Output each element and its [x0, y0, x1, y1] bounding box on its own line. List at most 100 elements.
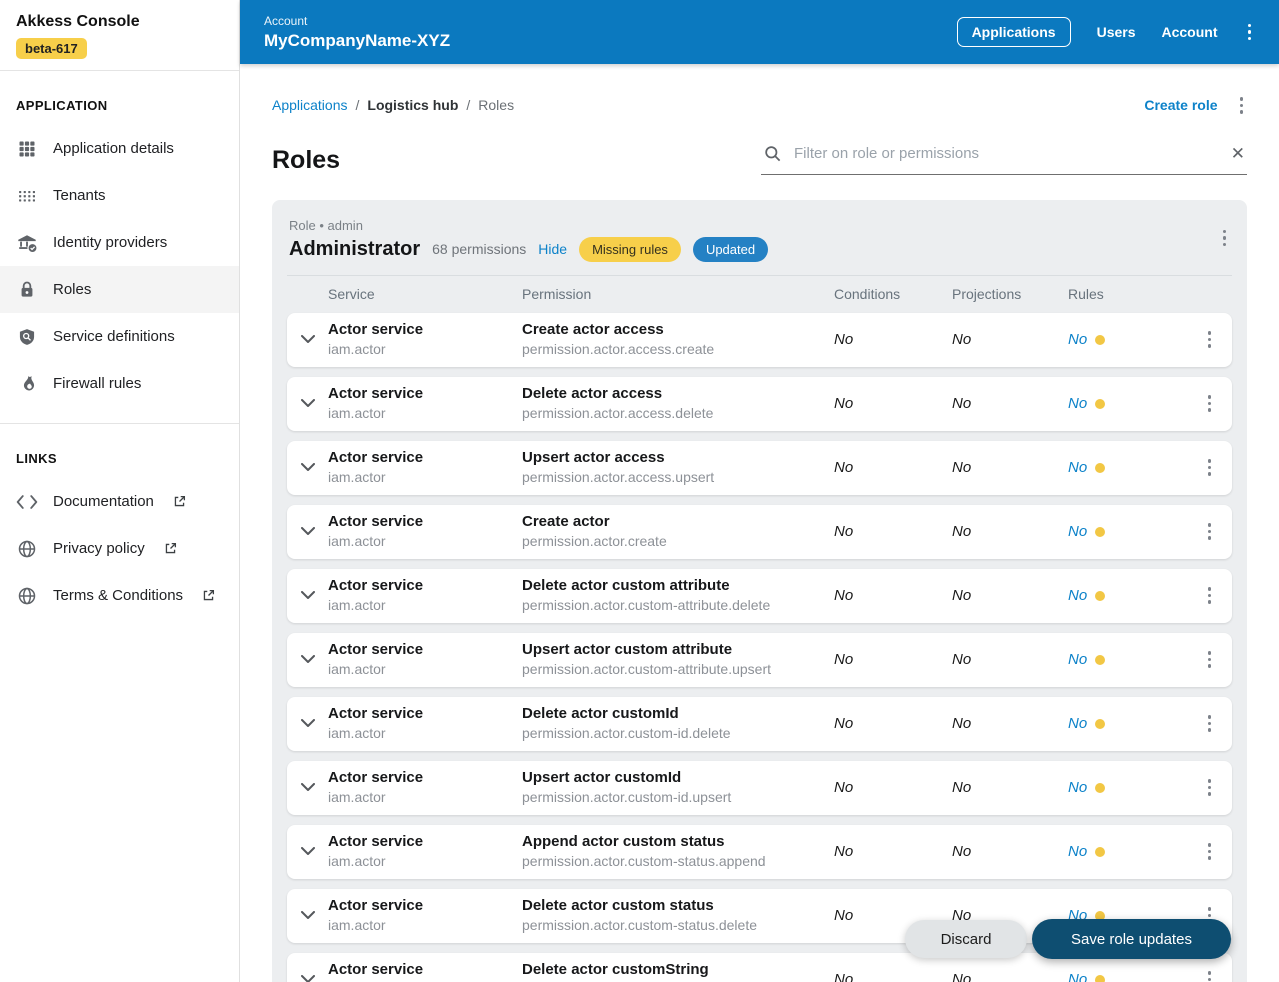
top-nav-applications[interactable]: Applications: [957, 17, 1071, 47]
row-kebab-menu[interactable]: [1204, 391, 1216, 416]
permission-cell: Create actor permission.actor.create: [522, 512, 834, 551]
conditions-value: No: [834, 587, 952, 604]
rules-warning-dot: [1095, 399, 1105, 409]
row-kebab-menu[interactable]: [1204, 711, 1216, 736]
service-name: Actor service: [328, 576, 522, 596]
row-kebab-menu[interactable]: [1204, 583, 1216, 608]
permission-name: Delete actor custom status: [522, 896, 834, 916]
chevron-down-icon[interactable]: [287, 399, 328, 408]
conditions-value: No: [834, 715, 952, 732]
row-kebab-menu[interactable]: [1204, 967, 1216, 982]
permission-code: permission.actor.custom-attribute.delete: [522, 596, 834, 615]
service-cell: Actor service iam.actor: [328, 832, 522, 871]
top-nav-users[interactable]: Users: [1097, 24, 1136, 40]
external-link-icon: [164, 542, 177, 555]
discard-button[interactable]: Discard: [905, 920, 1027, 958]
table-row: Actor service iam.actor Upsert actor cus…: [287, 633, 1232, 687]
permission-code: permission.actor.custom-id.delete: [522, 724, 834, 743]
table-row: Actor service iam.actor Delete actor cus…: [287, 697, 1232, 751]
sidebar-link-documentation[interactable]: Documentation: [0, 478, 239, 525]
row-kebab-menu[interactable]: [1204, 327, 1216, 352]
table-row: Actor service iam.actor Append actor cus…: [287, 825, 1232, 879]
permission-code: permission.actor.create: [522, 532, 834, 551]
rules-value: No: [1068, 395, 1087, 412]
sidebar-link-label: Terms & Conditions: [53, 587, 183, 604]
permission-cell: Delete actor custom attribute permission…: [522, 576, 834, 615]
top-bar: Account MyCompanyName-XYZ Applications U…: [240, 0, 1279, 64]
sidebar-item-roles[interactable]: Roles: [0, 266, 239, 313]
rules-warning-dot: [1095, 527, 1105, 537]
sidebar-item-firewall-rules[interactable]: Firewall rules: [0, 360, 239, 407]
sidebar-item-application-details[interactable]: Application details: [0, 125, 239, 172]
hide-toggle[interactable]: Hide: [538, 241, 567, 257]
rules-cell: No: [1068, 843, 1187, 860]
sidebar-item-identity-providers[interactable]: Identity providers: [0, 219, 239, 266]
chevron-down-icon[interactable]: [287, 911, 328, 920]
service-name: Actor service: [328, 512, 522, 532]
breadcrumb-roles: Roles: [478, 97, 514, 113]
permission-cell: Upsert actor customId permission.actor.c…: [522, 768, 834, 807]
rules-cell: No: [1068, 715, 1187, 732]
clear-filter-icon[interactable]: ✕: [1231, 145, 1245, 162]
breadcrumb-applications[interactable]: Applications: [272, 97, 348, 113]
permission-code: permission.actor.custom-status.delete: [522, 916, 834, 935]
row-kebab-menu[interactable]: [1204, 775, 1216, 800]
save-role-updates-button[interactable]: Save role updates: [1032, 919, 1231, 959]
service-code: iam.actor: [328, 532, 522, 551]
permission-name: Upsert actor access: [522, 448, 834, 468]
column-permission: Permission: [522, 286, 834, 302]
service-code: iam.actor: [328, 916, 522, 935]
role-kicker: Role • admin: [289, 218, 768, 233]
row-kebab-menu[interactable]: [1204, 647, 1216, 672]
chevron-down-icon[interactable]: [287, 847, 328, 856]
service-cell: Actor service iam.actor: [328, 448, 522, 487]
filter-input[interactable]: [794, 145, 1219, 162]
service-code: iam.actor: [328, 404, 522, 423]
chevron-down-icon[interactable]: [287, 975, 328, 982]
column-service: Service: [328, 286, 522, 302]
chevron-down-icon[interactable]: [287, 463, 328, 472]
role-card-kebab-menu[interactable]: [1219, 226, 1231, 251]
page-kebab-menu[interactable]: [1236, 93, 1248, 118]
conditions-value: No: [834, 523, 952, 540]
permission-rows: Actor service iam.actor Create actor acc…: [287, 313, 1232, 982]
create-role-button[interactable]: Create role: [1144, 97, 1217, 113]
permission-code: permission.actor.access.delete: [522, 404, 834, 423]
row-kebab-menu[interactable]: [1204, 839, 1216, 864]
top-nav-account[interactable]: Account: [1162, 24, 1218, 40]
permission-name: Upsert actor customId: [522, 768, 834, 788]
sidebar: Akkess Console beta-617 APPLICATION Appl…: [0, 0, 240, 982]
service-code: iam.actor: [328, 596, 522, 615]
filter-field: ✕: [761, 144, 1247, 175]
sidebar-link-terms-conditions[interactable]: Terms & Conditions: [0, 572, 239, 619]
chevron-down-icon[interactable]: [287, 783, 328, 792]
permission-cell: Append actor custom status permission.ac…: [522, 832, 834, 871]
permission-cell: Create actor access permission.actor.acc…: [522, 320, 834, 359]
sidebar-item-service-definitions[interactable]: Service definitions: [0, 313, 239, 360]
service-name: Actor service: [328, 448, 522, 468]
row-kebab-menu[interactable]: [1204, 519, 1216, 544]
chevron-down-icon[interactable]: [287, 719, 328, 728]
rules-warning-dot: [1095, 655, 1105, 665]
chevron-down-icon[interactable]: [287, 655, 328, 664]
service-cell: Actor service iam.actor: [328, 704, 522, 743]
chevron-down-icon[interactable]: [287, 591, 328, 600]
permission-code: permission.actor.custom-status.append: [522, 852, 834, 871]
account-block: Account MyCompanyName-XYZ: [264, 14, 450, 51]
sidebar-item-tenants[interactable]: Tenants: [0, 172, 239, 219]
permissions-count: 68 permissions: [432, 241, 526, 257]
chevron-down-icon[interactable]: [287, 335, 328, 344]
service-code: iam.actor: [328, 340, 522, 359]
top-bar-kebab-menu[interactable]: [1244, 20, 1256, 45]
rules-value: No: [1068, 587, 1087, 604]
column-projections: Projections: [952, 286, 1068, 302]
rules-cell: No: [1068, 459, 1187, 476]
service-cell: Actor service iam.actor: [328, 960, 522, 982]
service-name: Actor service: [328, 960, 522, 980]
row-kebab-menu[interactable]: [1204, 455, 1216, 480]
breadcrumb-logistics-hub[interactable]: Logistics hub: [367, 97, 458, 113]
chevron-down-icon[interactable]: [287, 527, 328, 536]
projections-value: No: [952, 459, 1068, 476]
sidebar-link-privacy-policy[interactable]: Privacy policy: [0, 525, 239, 572]
permission-name: Delete actor customString: [522, 960, 834, 980]
